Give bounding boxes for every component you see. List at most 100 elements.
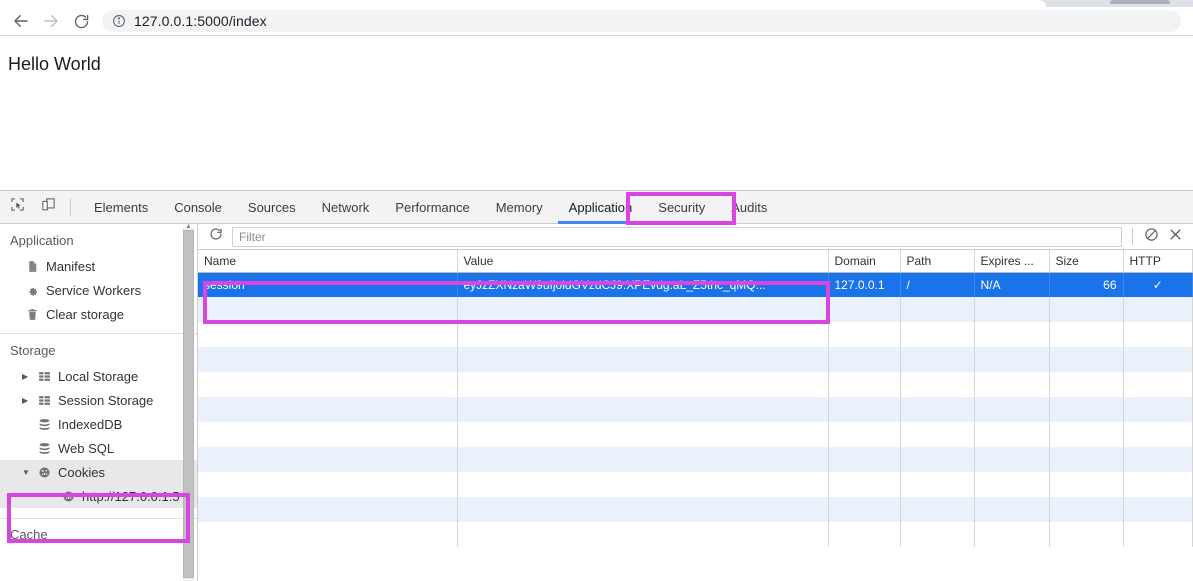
sidebar-item-label: Cookies <box>58 464 105 480</box>
sidebar-item-label: Clear storage <box>46 306 125 322</box>
cell-empty <box>457 322 829 347</box>
cell-empty <box>1123 297 1193 322</box>
sidebar-item-clear-storage[interactable]: Clear storage <box>0 302 197 326</box>
table-row-empty[interactable] <box>198 397 1193 422</box>
cell-empty <box>900 472 975 497</box>
cell-empty <box>1123 397 1193 422</box>
forward-button[interactable] <box>36 8 66 34</box>
cell-empty <box>974 322 1050 347</box>
filter-input[interactable] <box>232 226 1122 247</box>
cell-domain: 127.0.0.1 <box>828 272 901 297</box>
table-row-empty[interactable] <box>198 422 1193 447</box>
clear-all-cookies-button[interactable] <box>1139 226 1163 248</box>
sidebar-item-local-storage[interactable]: ▶ Local Storage <box>0 364 197 388</box>
sidebar-item-label: IndexedDB <box>58 416 123 432</box>
cell-expires: N/A <box>974 272 1050 297</box>
cell-empty <box>1123 422 1193 447</box>
cell-empty <box>457 422 829 447</box>
cookie-icon <box>58 490 78 503</box>
cell-empty <box>198 297 458 322</box>
sidebar-item-cookies[interactable]: ▼ Cookies <box>0 460 197 484</box>
cookies-grid-container[interactable]: Name Value Domain Path Expires ... Size HTTP s… <box>198 250 1193 581</box>
table-row-empty[interactable] <box>198 497 1193 522</box>
cell-empty <box>457 472 829 497</box>
column-header-expires[interactable]: Expires ... <box>974 250 1050 273</box>
sidebar-item-manifest[interactable]: Manifest <box>0 254 197 278</box>
column-header-path[interactable]: Path <box>900 250 975 273</box>
delete-x-icon <box>1168 227 1183 247</box>
sidebar-item-session-storage[interactable]: ▶ Session Storage <box>0 388 197 412</box>
refresh-cookies-button[interactable] <box>204 226 228 248</box>
cell-empty <box>828 522 901 547</box>
browser-tab-strip[interactable] <box>0 0 1193 7</box>
cell-empty <box>828 497 901 522</box>
column-header-value[interactable]: Value <box>457 250 829 273</box>
tab-sources[interactable]: Sources <box>235 191 309 224</box>
cell-empty <box>974 347 1050 372</box>
tab-network[interactable]: Network <box>309 191 383 224</box>
database-icon <box>34 442 54 455</box>
chevron-down-icon[interactable]: ▼ <box>22 468 34 477</box>
cell-empty <box>900 347 975 372</box>
sidebar-scrollbar-thumb[interactable] <box>183 230 194 578</box>
tab-console[interactable]: Console <box>161 191 235 224</box>
device-toolbar-button[interactable] <box>35 194 62 221</box>
sidebar-item-label: Session Storage <box>58 392 154 408</box>
inspect-element-button[interactable] <box>4 194 31 221</box>
refresh-icon <box>209 227 223 246</box>
active-browser-tab[interactable] <box>0 0 1046 7</box>
cell-empty <box>198 497 458 522</box>
reload-button[interactable] <box>66 8 96 34</box>
cell-empty <box>900 422 975 447</box>
back-button[interactable] <box>6 8 36 34</box>
table-row-empty[interactable] <box>198 347 1193 372</box>
tab-audits[interactable]: Audits <box>718 191 780 224</box>
cell-empty <box>900 372 975 397</box>
cookies-toolbar <box>198 224 1193 250</box>
cell-empty <box>457 297 829 322</box>
cell-empty <box>974 497 1050 522</box>
page-heading: Hello World <box>8 54 101 74</box>
column-header-name[interactable]: Name <box>198 250 458 273</box>
table-header-row: Name Value Domain Path Expires ... Size HTTP <box>198 250 1193 273</box>
tab-performance[interactable]: Performance <box>382 191 482 224</box>
table-row-empty[interactable] <box>198 472 1193 497</box>
cell-empty <box>900 447 975 472</box>
device-toolbar-icon <box>41 197 56 217</box>
window-controls-sliver[interactable] <box>1110 0 1170 4</box>
table-row-empty[interactable] <box>198 522 1193 547</box>
forward-arrow-icon <box>42 12 60 30</box>
sidebar-item-label: Web SQL <box>58 440 115 456</box>
table-row-empty[interactable] <box>198 372 1193 397</box>
table-row-empty[interactable] <box>198 297 1193 322</box>
table-row-empty[interactable] <box>198 447 1193 472</box>
column-header-domain[interactable]: Domain <box>828 250 901 273</box>
column-header-size[interactable]: Size <box>1049 250 1124 273</box>
cell-path: / <box>900 272 975 297</box>
sidebar-item-http-127-0-0-1-5[interactable]: http://127.0.0.1:5 <box>0 484 197 508</box>
table-row-empty[interactable] <box>198 322 1193 347</box>
sidebar-section-storage: Storage <box>10 343 56 358</box>
column-header-http[interactable]: HTTP <box>1123 250 1193 273</box>
toolbar-divider <box>70 198 71 216</box>
address-bar[interactable]: 127.0.0.1:5000/index <box>102 10 1181 32</box>
info-circle-icon[interactable] <box>112 14 126 28</box>
chevron-right-icon[interactable]: ▶ <box>22 372 34 381</box>
cell-empty <box>198 447 458 472</box>
sidebar-item-web-sql[interactable]: Web SQL <box>0 436 197 460</box>
cell-empty <box>900 397 975 422</box>
tab-application[interactable]: Application <box>556 191 646 224</box>
cell-empty <box>828 397 901 422</box>
tab-elements[interactable]: Elements <box>81 191 161 224</box>
cell-empty <box>198 522 458 547</box>
chevron-right-icon[interactable]: ▶ <box>22 396 34 405</box>
sidebar-item-indexeddb[interactable]: IndexedDB <box>0 412 197 436</box>
cell-empty <box>828 422 901 447</box>
delete-cookie-button[interactable] <box>1163 226 1187 248</box>
cell-empty <box>1123 497 1193 522</box>
tab-security[interactable]: Security <box>645 191 718 224</box>
sidebar-item-service-workers[interactable]: Service Workers <box>0 278 197 302</box>
table-row[interactable]: session eyJzZXNzaW9uIjoidGVzdCJ9.XPEvdg.a… <box>198 272 1193 297</box>
tab-memory[interactable]: Memory <box>483 191 556 224</box>
cell-empty <box>457 447 829 472</box>
